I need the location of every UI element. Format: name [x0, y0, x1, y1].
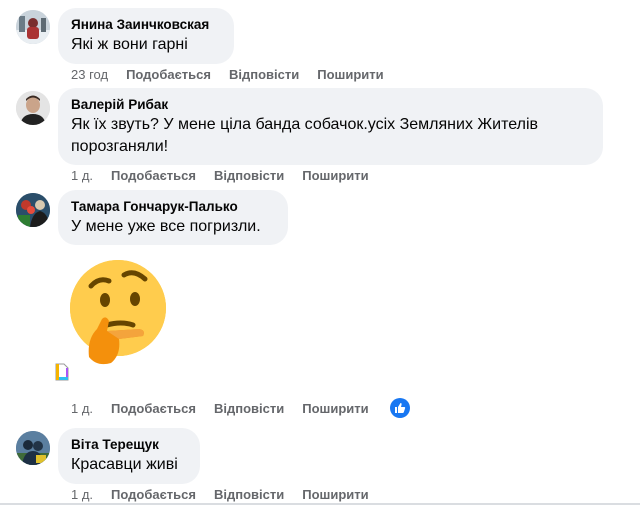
- like-button[interactable]: Подобається: [111, 487, 196, 502]
- comment-actions: 1 д. Подобається Відповісти Поширити: [71, 166, 387, 184]
- share-button[interactable]: Поширити: [317, 67, 383, 82]
- comment-actions: 1 д. Подобається Відповісти Поширити: [71, 485, 387, 503]
- comment-author[interactable]: Віта Терещук: [71, 436, 187, 454]
- comment-time[interactable]: 1 д.: [71, 401, 93, 416]
- comment-bubble: Валерій Рибак Як їх звуть? У мене ціла б…: [58, 88, 603, 165]
- comment-time[interactable]: 1 д.: [71, 168, 93, 183]
- reply-button[interactable]: Відповісти: [214, 487, 284, 502]
- share-button[interactable]: Поширити: [302, 401, 368, 416]
- comment-text: Які ж вони гарні: [71, 36, 188, 53]
- comment-actions: 23 год Подобається Відповісти Поширити: [71, 65, 402, 83]
- avatar[interactable]: [16, 431, 50, 465]
- comment-time[interactable]: 1 д.: [71, 487, 93, 502]
- comment-author[interactable]: Тамара Гончарук-Палько: [71, 198, 275, 216]
- comment-bubble: Тамара Гончарук-Палько У мене уже все по…: [58, 190, 288, 245]
- like-button[interactable]: Подобається: [111, 401, 196, 416]
- avatar[interactable]: [16, 91, 50, 125]
- comment-author[interactable]: Валерій Рибак: [71, 96, 590, 114]
- comment-text: У мене уже все погризли.: [71, 218, 261, 235]
- avatar[interactable]: [16, 193, 50, 227]
- like-button[interactable]: Подобається: [126, 67, 211, 82]
- comment-actions: 1 д. Подобається Відповісти Поширити: [71, 398, 410, 418]
- comment-bubble: Віта Терещук Красавци живі: [58, 428, 200, 484]
- share-button[interactable]: Поширити: [302, 487, 368, 502]
- reply-button[interactable]: Відповісти: [214, 168, 284, 183]
- comment-author[interactable]: Янина Заинчковская: [71, 16, 221, 34]
- like-button[interactable]: Подобається: [111, 168, 196, 183]
- thumbs-up-icon[interactable]: [389, 398, 410, 418]
- reply-button[interactable]: Відповісти: [214, 401, 284, 416]
- thinking-face-emoji: [69, 259, 169, 365]
- file-icon[interactable]: [55, 363, 69, 381]
- comment-text: Як їх звуть? У мене ціла банда собачок.у…: [71, 116, 538, 155]
- comment-text: Красавци живі: [71, 456, 178, 473]
- share-button[interactable]: Поширити: [302, 168, 368, 183]
- comment-bubble: Янина Заинчковская Які ж вони гарні: [58, 8, 234, 64]
- reply-button[interactable]: Відповісти: [229, 67, 299, 82]
- comment-time[interactable]: 23 год: [71, 67, 108, 82]
- avatar[interactable]: [16, 10, 50, 44]
